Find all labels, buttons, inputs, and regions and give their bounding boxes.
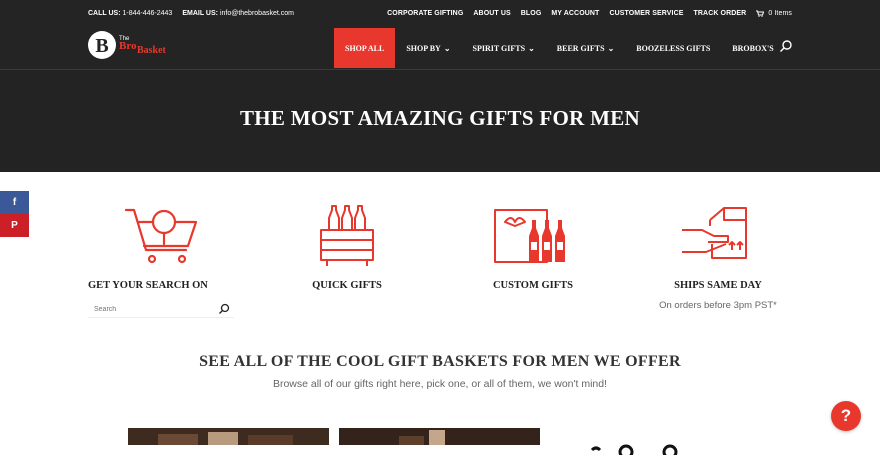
call-number[interactable]: 1-844-446-2443 xyxy=(123,10,173,17)
nav-spirit-gifts[interactable]: SPIRIT GIFTS ⌄ xyxy=(462,28,546,68)
chevron-down-icon: ⌄ xyxy=(607,43,615,53)
nav-broboxs[interactable]: BROBOX'S xyxy=(721,28,784,68)
hero-banner: THE MOST AMAZING GIFTS FOR MEN xyxy=(0,70,880,172)
nav-beer-gifts[interactable]: BEER GIFTS ⌄ xyxy=(546,28,626,68)
search-icon[interactable] xyxy=(779,39,793,53)
email-info[interactable]: EMAIL US: info@thebrobasket.com xyxy=(182,10,294,17)
link-blog[interactable]: BLOG xyxy=(521,10,542,17)
feature-title: CUSTOM GIFTS xyxy=(492,280,574,291)
facebook-icon: f xyxy=(12,197,17,208)
main-nav: SHOP ALL SHOP BY ⌄ SPIRIT GIFTS ⌄ BEER GIF… xyxy=(334,28,785,68)
feature-subtitle: On orders before 3pm PST* xyxy=(659,300,777,311)
bottle-crate-icon xyxy=(320,205,374,266)
nav-shop-by[interactable]: SHOP BY ⌄ xyxy=(395,28,461,68)
link-customer-service[interactable]: CUSTOMER SERVICE xyxy=(609,10,683,17)
question-icon: ? xyxy=(840,406,852,425)
site-logo[interactable]: B The Bro Basket xyxy=(88,29,168,61)
top-bar: CALL US: 1-844-446-2443 EMAIL US: info@t… xyxy=(88,10,792,22)
gift-basket-thumbnail[interactable] xyxy=(339,428,540,445)
svg-text:B: B xyxy=(95,35,108,57)
svg-text:Basket: Basket xyxy=(137,45,167,56)
cart-icon xyxy=(756,10,765,17)
cart-search-icon xyxy=(124,208,198,264)
feature-title: SHIPS SAME DAY xyxy=(674,280,762,291)
feature-title: GET YOUR SEARCH ON xyxy=(88,280,208,291)
gift-box-bottles-icon xyxy=(494,209,565,263)
email-link[interactable]: info@thebrobasket.com xyxy=(220,10,294,17)
delivery-box-icon xyxy=(682,207,747,259)
link-track-order[interactable]: TRACK ORDER xyxy=(694,10,747,17)
site-header: CALL US: 1-844-446-2443 EMAIL US: info@t… xyxy=(0,0,880,70)
gift-basket-thumbnail[interactable] xyxy=(128,428,329,445)
search-input[interactable] xyxy=(88,300,208,318)
link-my-account[interactable]: MY ACCOUNT xyxy=(551,10,599,17)
email-label: EMAIL US: xyxy=(182,10,218,17)
cart-count: 0 Items xyxy=(768,10,792,17)
feature-title: QUICK GIFTS xyxy=(312,280,382,291)
section-subtitle: Browse all of our gifts right here, pick… xyxy=(272,378,608,390)
help-button[interactable]: ? xyxy=(831,401,861,431)
pinterest-icon: P xyxy=(11,220,18,231)
facebook-share-button[interactable]: f xyxy=(0,191,29,214)
section-title: SEE ALL OF THE COOL GIFT BASKETS FOR MEN… xyxy=(199,353,681,370)
svg-text:Bro: Bro xyxy=(119,40,137,52)
search-icon[interactable] xyxy=(218,303,230,315)
decorative-script-glyph xyxy=(588,428,688,462)
pinterest-share-button[interactable]: P xyxy=(0,214,29,237)
chevron-down-icon: ⌄ xyxy=(528,43,535,53)
search-form xyxy=(88,300,234,318)
nav-boozeless-gifts[interactable]: BOOZELESS GIFTS xyxy=(625,28,721,68)
cart-link[interactable]: 0 Items xyxy=(756,10,792,17)
link-corporate-gifting[interactable]: CORPORATE GIFTING xyxy=(387,10,463,17)
call-label: CALL US: xyxy=(88,10,121,17)
link-about-us[interactable]: ABOUT US xyxy=(473,10,510,17)
chevron-down-icon: ⌄ xyxy=(443,43,451,53)
hero-title: THE MOST AMAZING GIFTS FOR MEN xyxy=(239,106,641,130)
nav-shop-all[interactable]: SHOP ALL xyxy=(334,28,396,68)
call-info[interactable]: CALL US: 1-844-446-2443 xyxy=(88,10,172,17)
